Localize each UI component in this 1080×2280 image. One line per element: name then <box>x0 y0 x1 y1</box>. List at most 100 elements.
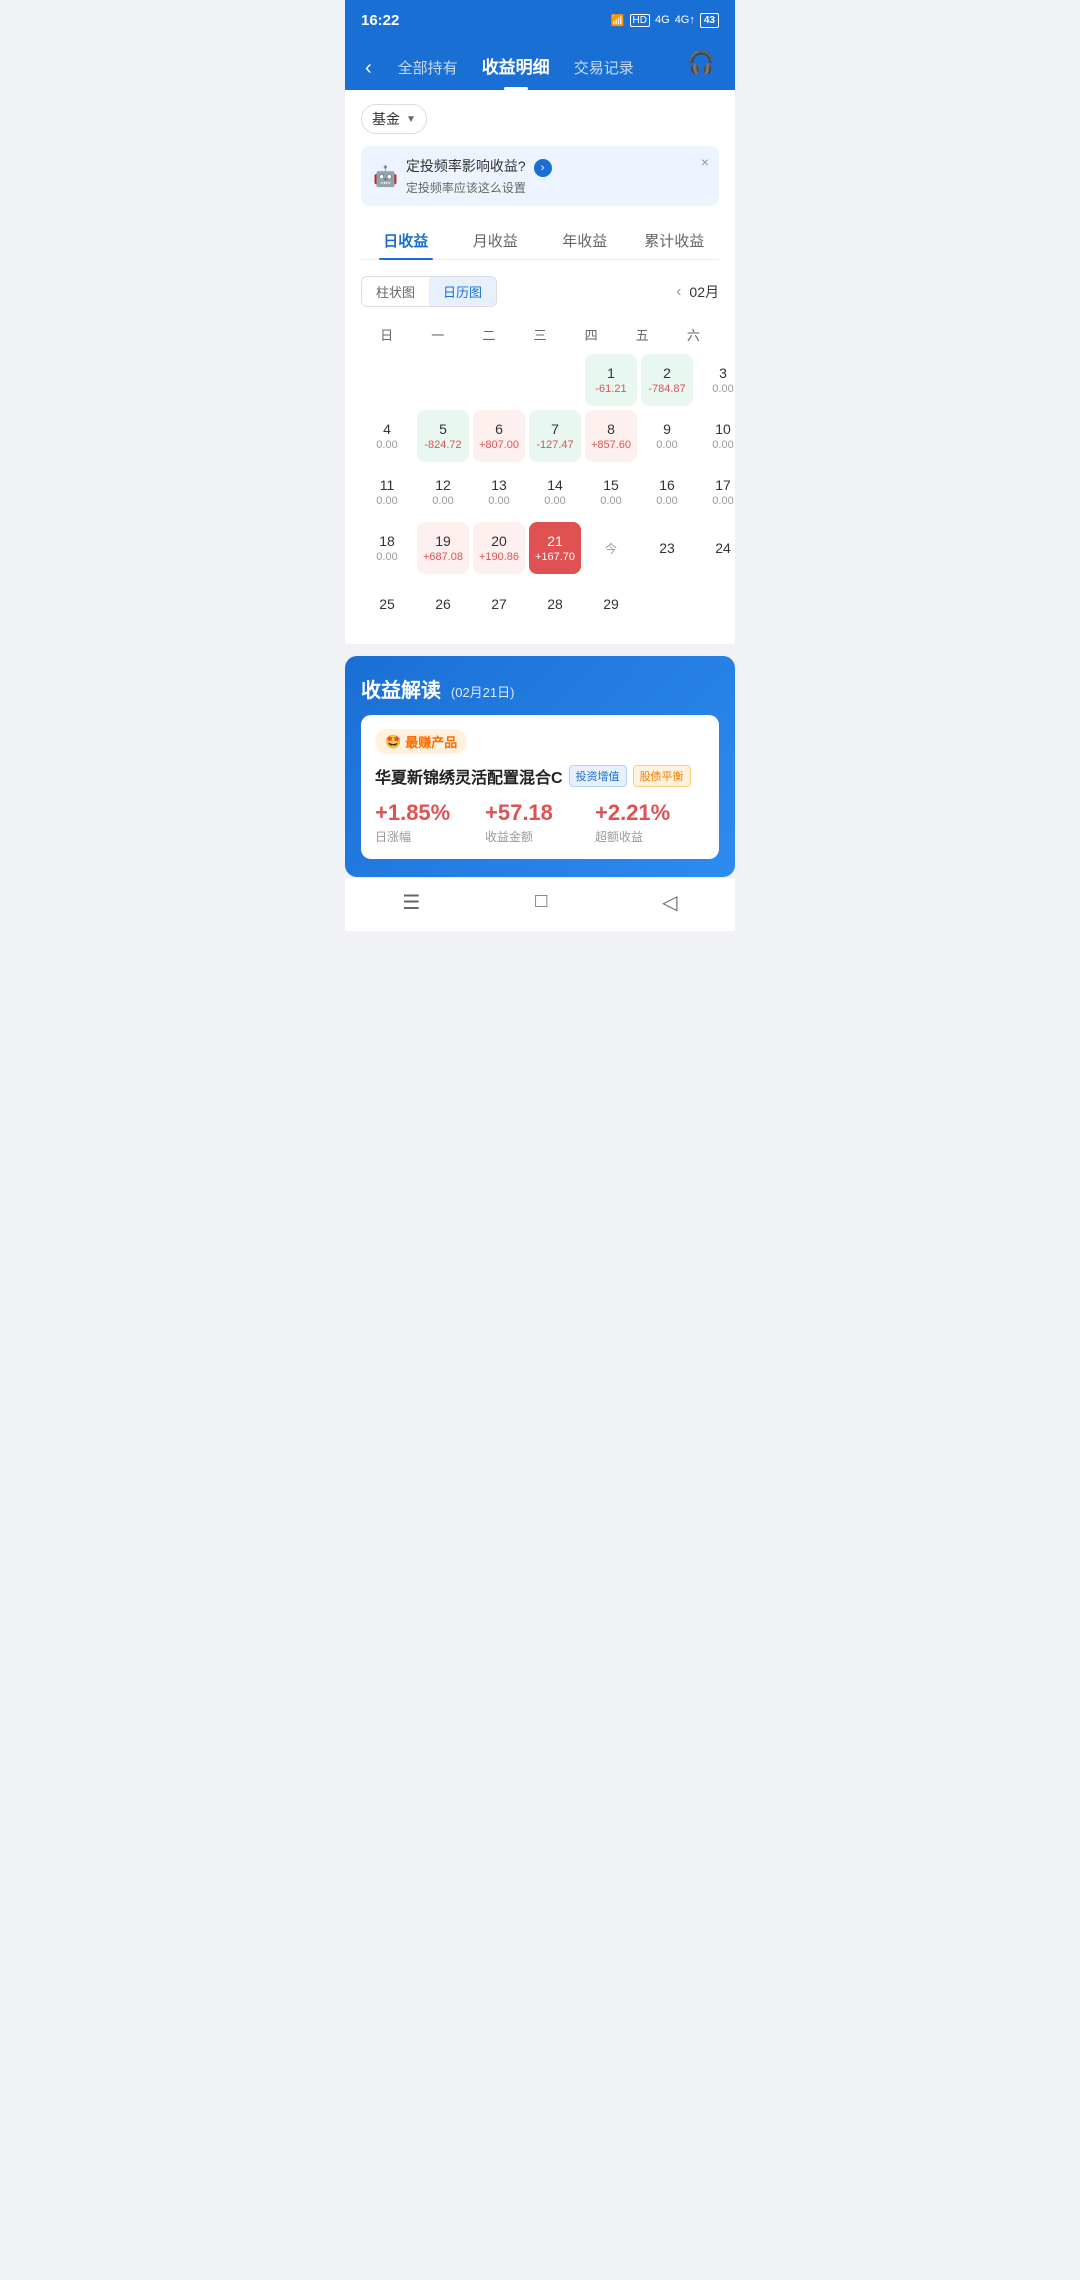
battery-indicator: 43 <box>700 13 719 28</box>
calendar-cell[interactable]: 28 <box>529 578 581 630</box>
day-number: 6 <box>495 421 503 437</box>
chart-type-bar[interactable]: 柱状图 <box>362 277 429 306</box>
calendar-cell <box>473 354 525 406</box>
day-value: +857.60 <box>591 439 631 451</box>
day-number: 25 <box>379 596 395 612</box>
day-number: 27 <box>491 596 507 612</box>
day-number: 16 <box>659 477 675 493</box>
calendar-cell[interactable]: 26 <box>417 578 469 630</box>
day-value: 0.00 <box>656 495 677 507</box>
calendar-cell[interactable]: 20+190.86 <box>473 522 525 574</box>
nav-back-button[interactable]: ◁ <box>662 890 677 915</box>
calendar-cell[interactable]: 170.00 <box>697 466 749 518</box>
month-navigation: ‹ 02月 <box>676 282 719 302</box>
calendar-cell[interactable]: 110.00 <box>361 466 413 518</box>
tab-total-income[interactable]: 累计收益 <box>630 222 720 259</box>
calendar-cell[interactable]: 8+857.60 <box>585 410 637 462</box>
dow-sat: 六 <box>668 321 719 348</box>
calendar-cell[interactable]: 23 <box>641 522 693 574</box>
calendar-cell[interactable]: 160.00 <box>641 466 693 518</box>
day-number: 14 <box>547 477 563 493</box>
calendar-cell[interactable]: 90.00 <box>641 410 693 462</box>
banner-title: 定投频率影响收益? <box>406 158 526 174</box>
tab-income-detail[interactable]: 收益明细 <box>470 47 562 90</box>
calendar-cell[interactable]: 30.00 <box>697 354 749 406</box>
calendar-cell[interactable]: 24 <box>697 522 749 574</box>
tab-daily-income[interactable]: 日收益 <box>361 222 451 259</box>
metric-daily-gain: +1.85% 日涨幅 <box>375 800 485 845</box>
hd-badge: HD <box>630 14 650 27</box>
day-value: 0.00 <box>376 495 397 507</box>
nav-home-button[interactable]: □ <box>535 890 547 915</box>
chart-type-calendar[interactable]: 日历图 <box>429 277 496 306</box>
metrics-row: +1.85% 日涨幅 +57.18 收益金额 +2.21% 超额收益 <box>375 800 705 845</box>
calendar-cell[interactable]: 27 <box>473 578 525 630</box>
tab-monthly-income[interactable]: 月收益 <box>451 222 541 259</box>
day-number: 4 <box>383 421 391 437</box>
month-prev-button[interactable]: ‹ <box>676 283 681 301</box>
status-time: 16:22 <box>361 12 399 29</box>
calendar-cell[interactable]: 7-127.47 <box>529 410 581 462</box>
back-button[interactable]: ‹ <box>361 53 376 84</box>
day-value: +167.70 <box>535 551 575 563</box>
fund-selector-button[interactable]: 基金 ▼ <box>361 104 427 134</box>
income-calendar: 日 一 二 三 四 五 六 1-61.212-784.8730.0040.005… <box>361 321 719 630</box>
tab-trade-records[interactable]: 交易记录 <box>562 51 646 90</box>
banner-arrow-icon[interactable]: › <box>534 159 552 177</box>
dow-wed: 三 <box>514 321 565 348</box>
header: ‹ 全部持有 收益明细 交易记录 🎧 <box>345 36 735 90</box>
calendar-cell[interactable]: 130.00 <box>473 466 525 518</box>
day-value: 0.00 <box>656 439 677 451</box>
metric-daily-gain-value: +1.85% <box>375 800 485 826</box>
banner-text: 定投频率影响收益? › 定投频率应该这么设置 <box>406 156 707 196</box>
calendar-cell[interactable]: 19 +687.08 <box>417 522 469 574</box>
calendar-cell[interactable]: 100.00 <box>697 410 749 462</box>
calendar-cell[interactable]: 150.00 <box>585 466 637 518</box>
calendar-cell[interactable]: 6+807.00 <box>473 410 525 462</box>
tab-yearly-income[interactable]: 年收益 <box>540 222 630 259</box>
day-number: 9 <box>663 421 671 437</box>
day-number: 19 <box>435 533 451 549</box>
service-icon[interactable]: 🎧 <box>684 46 719 80</box>
day-value: -784.87 <box>648 383 685 395</box>
status-icons: 📶 HD 4G 4G↑ 43 <box>611 13 719 28</box>
dow-mon: 一 <box>412 321 463 348</box>
day-number: 12 <box>435 477 451 493</box>
banner-subtitle: 定投频率应该这么设置 <box>406 179 707 196</box>
metric-excess-return: +2.21% 超额收益 <box>595 800 705 845</box>
day-number: 10 <box>715 421 731 437</box>
day-value: -61.21 <box>595 383 626 395</box>
day-number: 23 <box>659 540 675 556</box>
day-number: 28 <box>547 596 563 612</box>
calendar-cell[interactable]: 5-824.72 <box>417 410 469 462</box>
metric-excess-return-label: 超额收益 <box>595 828 705 845</box>
day-number: 3 <box>719 365 727 381</box>
dow-tue: 二 <box>463 321 514 348</box>
calendar-body: 1-61.212-784.8730.0040.005-824.726+807.0… <box>361 354 719 630</box>
banner-close-button[interactable]: × <box>701 154 709 170</box>
calendar-cell[interactable]: 2-784.87 <box>641 354 693 406</box>
bottom-navigation: ☰ □ ◁ <box>345 877 735 931</box>
calendar-cell[interactable]: 1-61.21 <box>585 354 637 406</box>
earnings-date: (02月21日) <box>451 685 515 700</box>
day-number: 18 <box>379 533 395 549</box>
calendar-cell[interactable]: 180.00 <box>361 522 413 574</box>
calendar-cell[interactable]: 140.00 <box>529 466 581 518</box>
fund-selector-arrow-icon: ▼ <box>406 114 416 125</box>
calendar-cell[interactable]: 29 <box>585 578 637 630</box>
fund-selector-label: 基金 <box>372 109 400 129</box>
nav-menu-button[interactable]: ☰ <box>402 890 420 915</box>
day-value: 0.00 <box>432 495 453 507</box>
tab-all-holdings[interactable]: 全部持有 <box>386 51 470 90</box>
calendar-cell[interactable]: 40.00 <box>361 410 413 462</box>
calendar-cell[interactable]: 21+167.70 <box>529 522 581 574</box>
product-name: 华夏新锦绣灵活配置混合C 投资增值 股债平衡 <box>375 764 705 788</box>
calendar-cell[interactable]: 120.00 <box>417 466 469 518</box>
calendar-cell[interactable]: 25 <box>361 578 413 630</box>
day-value: +687.08 <box>423 551 463 563</box>
day-number: 7 <box>551 421 559 437</box>
day-value: 0.00 <box>488 495 509 507</box>
signal-4g-icon: 4G <box>655 14 670 26</box>
day-value: 0.00 <box>376 439 397 451</box>
earnings-header: 收益解读 (02月21日) <box>361 674 719 703</box>
